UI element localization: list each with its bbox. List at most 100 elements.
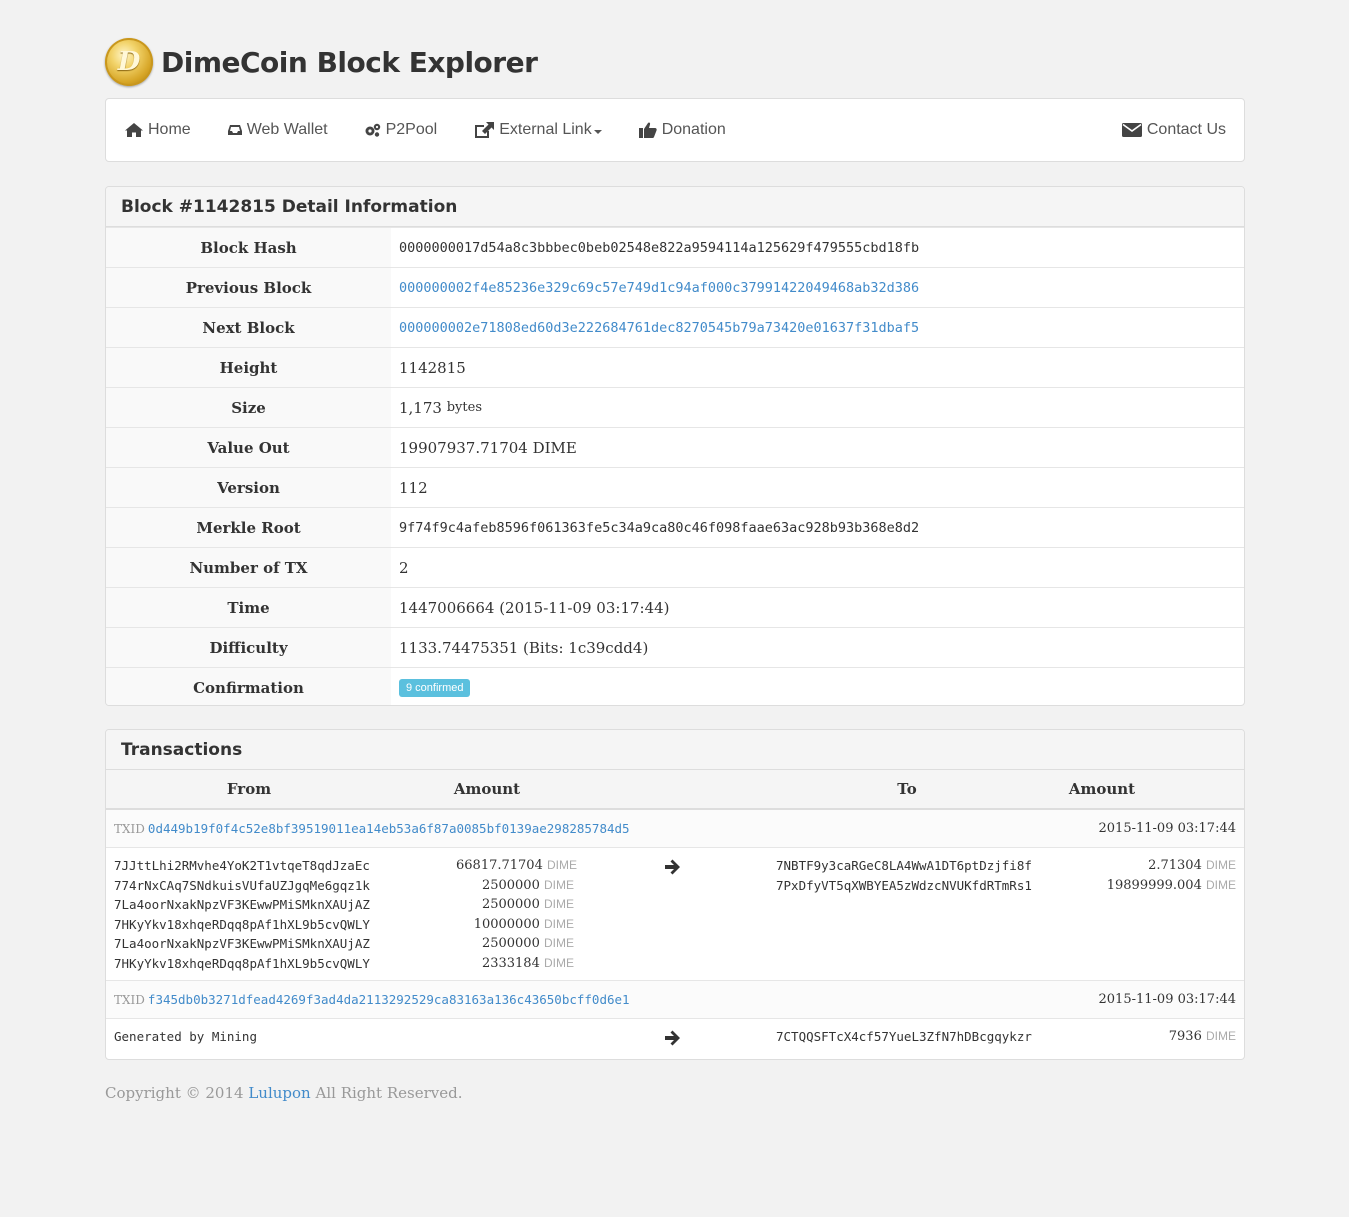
label-previous-block: Previous Block xyxy=(106,268,391,307)
row-confirmation: Confirmation 9 confirmed xyxy=(106,667,1244,705)
tx1-txid-link[interactable]: 0d449b19f0f4c52e8bf39519011ea14eb53a6f87… xyxy=(148,821,630,836)
tx2-txid-label: TXID xyxy=(114,992,145,1007)
external-link-icon xyxy=(475,122,495,138)
link-previous-block[interactable]: 000000002f4e85236e329c69c57e749d1c94af00… xyxy=(391,268,1244,307)
navbar: Home Web Wallet P2Pool External Link Don… xyxy=(105,98,1245,162)
caret-down-icon xyxy=(593,129,602,134)
unit-label: DIME xyxy=(544,936,574,951)
site-title[interactable]: DimeCoin Block Explorer xyxy=(161,46,538,79)
gears-icon xyxy=(365,123,380,137)
value-time: 1447006664 (2015-11-09 03:17:44) xyxy=(399,598,670,617)
nav-home-label: Home xyxy=(148,121,191,138)
tx1-output-amount: 2.71304 DIME xyxy=(1036,856,1236,876)
tx1-inputs: 7JJttLhi2RMvhe4YoK2T1vtqeT8qdJzaEc 774rN… xyxy=(114,856,370,974)
tx1-output-address[interactable]: 7NBTF9y3caRGeC8LA4WwA1DT6ptDzjfi8f xyxy=(776,856,1032,876)
label-merkle-root: Merkle Root xyxy=(106,508,391,547)
row-value-out: Value Out 19907937.71704 DIME xyxy=(106,427,1244,467)
amount-value: 66817.71704 xyxy=(456,858,543,873)
nav-p2pool-label: P2Pool xyxy=(385,121,438,138)
label-difficulty: Difficulty xyxy=(106,628,391,667)
amount-value: 2500000 xyxy=(481,936,540,952)
row-block-hash: Block Hash 0000000017d54a8c3bbbec0beb025… xyxy=(106,227,1244,267)
tx2-output-amounts: 7936 DIME xyxy=(1036,1027,1236,1047)
unit-label: DIME xyxy=(546,858,577,872)
tx1-time: 2015-11-09 03:17:44 xyxy=(1098,821,1236,836)
size-number: 1,173 xyxy=(399,398,442,417)
block-detail-panel: Block #1142815 Detail Information Block … xyxy=(105,186,1245,706)
arrow-right-icon xyxy=(665,1030,680,1046)
label-next-block: Next Block xyxy=(106,308,391,347)
tx1-input-amount: 2500000 DIME xyxy=(456,876,574,896)
tx1-input-address[interactable]: 7HKyYkv18xhqeRDqq8pAf1hXL9b5cvQWLY xyxy=(114,954,370,974)
tx1-input-address[interactable]: 7La4oorNxakNpzVF3KEwwPMiSMknXAUjAZ xyxy=(114,895,370,915)
nav-contact-us-label: Contact Us xyxy=(1146,121,1226,138)
link-next-block[interactable]: 000000002e71808ed60d3e222684761dec827054… xyxy=(391,308,1244,347)
label-block-hash: Block Hash xyxy=(106,228,391,267)
unit-label: DIME xyxy=(544,955,574,970)
label-time: Time xyxy=(106,588,391,627)
transactions-heading: Transactions xyxy=(106,730,1244,770)
amount-value: 2500000 xyxy=(481,877,540,893)
dimecoin-logo[interactable]: D xyxy=(105,38,153,86)
unit-label: DIME xyxy=(544,877,574,892)
row-next-block: Next Block 000000002e71808ed60d3e2226847… xyxy=(106,307,1244,347)
nav-home[interactable]: Home xyxy=(106,99,209,161)
tx1-input-address[interactable]: 774rNxCAq7SNdkuisVUfaUZJgqMe6gqz1k xyxy=(114,876,370,896)
label-value-out: Value Out xyxy=(106,428,391,467)
col-from-header: From xyxy=(226,780,272,798)
tx2-from: Generated by Mining xyxy=(114,1027,257,1047)
nav-web-wallet[interactable]: Web Wallet xyxy=(209,99,346,161)
tx2-txid-link[interactable]: f345db0b3271dfead4269f3ad4da2113292529ca… xyxy=(148,992,630,1007)
value-difficulty: 1133.74475351 (Bits: 1c39cdd4) xyxy=(399,638,649,657)
tx1-output-address[interactable]: 7PxDfyVT5qXWBYEA5zWdzcNVUKfdRTmRs1 xyxy=(776,876,1032,896)
row-height: Height 1142815 xyxy=(106,347,1244,387)
tx2-outputs: 7CTQQSFTcX4cf57YueL3ZfN7hDBcgqykzr xyxy=(776,1027,1032,1047)
amount-value: 10000000 xyxy=(473,916,540,932)
amount-value: 2333184 xyxy=(481,955,540,971)
confirmation-badge: 9 confirmed xyxy=(399,678,471,697)
tx2-body: Generated by Mining 7CTQQSFTcX4cf57YueL3… xyxy=(106,1019,1244,1059)
thumbs-up-icon xyxy=(638,122,657,138)
unit-label: DIME xyxy=(1206,877,1236,892)
value-number-of-tx: 2 xyxy=(399,558,409,577)
envelope-icon xyxy=(1121,123,1142,137)
nav-donation-label: Donation xyxy=(661,121,726,138)
tx1-txid-label: TXID xyxy=(114,821,145,836)
nav-contact-us[interactable]: Contact Us xyxy=(1103,99,1244,161)
tx1-output-amount: 19899999.004 DIME xyxy=(1036,876,1236,896)
row-time: Time 1447006664 (2015-11-09 03:17:44) xyxy=(106,587,1244,627)
tx1-input-amount: 2500000 DIME xyxy=(456,934,574,954)
tx1-input-address[interactable]: 7HKyYkv18xhqeRDqq8pAf1hXL9b5cvQWLY xyxy=(114,915,370,935)
tx1-input-address[interactable]: 7JJttLhi2RMvhe4YoK2T1vtqeT8qdJzaEc xyxy=(114,856,370,876)
unit-label: DIME xyxy=(1206,858,1236,872)
size-unit: bytes xyxy=(446,400,482,415)
tx1-id: TXID 0d449b19f0f4c52e8bf39519011ea14eb53a… xyxy=(114,821,630,837)
col-amount-header: Amount xyxy=(453,780,521,798)
tx2-id: TXID f345db0b3271dfead4269f3ad4da21132925… xyxy=(114,992,630,1008)
nav-p2pool[interactable]: P2Pool xyxy=(346,99,456,161)
row-difficulty: Difficulty 1133.74475351 (Bits: 1c39cdd4… xyxy=(106,627,1244,667)
value-merkle-root: 9f74f9c4afeb8596f061363fe5c34a9ca80c46f0… xyxy=(399,519,920,536)
nav-web-wallet-label: Web Wallet xyxy=(246,121,328,138)
transactions-panel: Transactions From Amount To Amount TXID 0… xyxy=(105,729,1245,1060)
block-detail-heading: Block #1142815 Detail Information xyxy=(106,187,1244,227)
tx1-output-amounts: 2.71304 DIME 19899999.004 DIME xyxy=(1036,856,1236,895)
value-version: 112 xyxy=(399,478,428,497)
nav-external-link-label: External Link xyxy=(499,121,592,138)
footer-lulupon-link[interactable]: Lulupon xyxy=(248,1084,310,1102)
label-confirmation: Confirmation xyxy=(106,668,391,705)
amount-value: 7936 xyxy=(1168,1029,1202,1044)
tx2-output-address[interactable]: 7CTQQSFTcX4cf57YueL3ZfN7hDBcgqykzr xyxy=(776,1027,1032,1047)
brand-header: D DimeCoin Block Explorer xyxy=(105,36,1245,88)
label-number-of-tx: Number of TX xyxy=(106,548,391,587)
nav-external-link[interactable]: External Link xyxy=(455,99,620,161)
tx1-input-address[interactable]: 7La4oorNxakNpzVF3KEwwPMiSMknXAUjAZ xyxy=(114,934,370,954)
amount-value: 2.71304 xyxy=(1148,858,1202,873)
nav-donation[interactable]: Donation xyxy=(620,99,744,161)
row-previous-block: Previous Block 000000002f4e85236e329c69c… xyxy=(106,267,1244,307)
tx1-body: 7JJttLhi2RMvhe4YoK2T1vtqeT8qdJzaEc 774rN… xyxy=(106,848,1244,981)
transactions-table-header: From Amount To Amount xyxy=(106,770,1244,810)
tx2-time: 2015-11-09 03:17:44 xyxy=(1098,992,1236,1007)
tx1-input-amounts: 66817.71704 DIME 2500000 DIME 2500000 DI… xyxy=(456,856,577,974)
value-value-out: 19907937.71704 DIME xyxy=(399,438,577,457)
